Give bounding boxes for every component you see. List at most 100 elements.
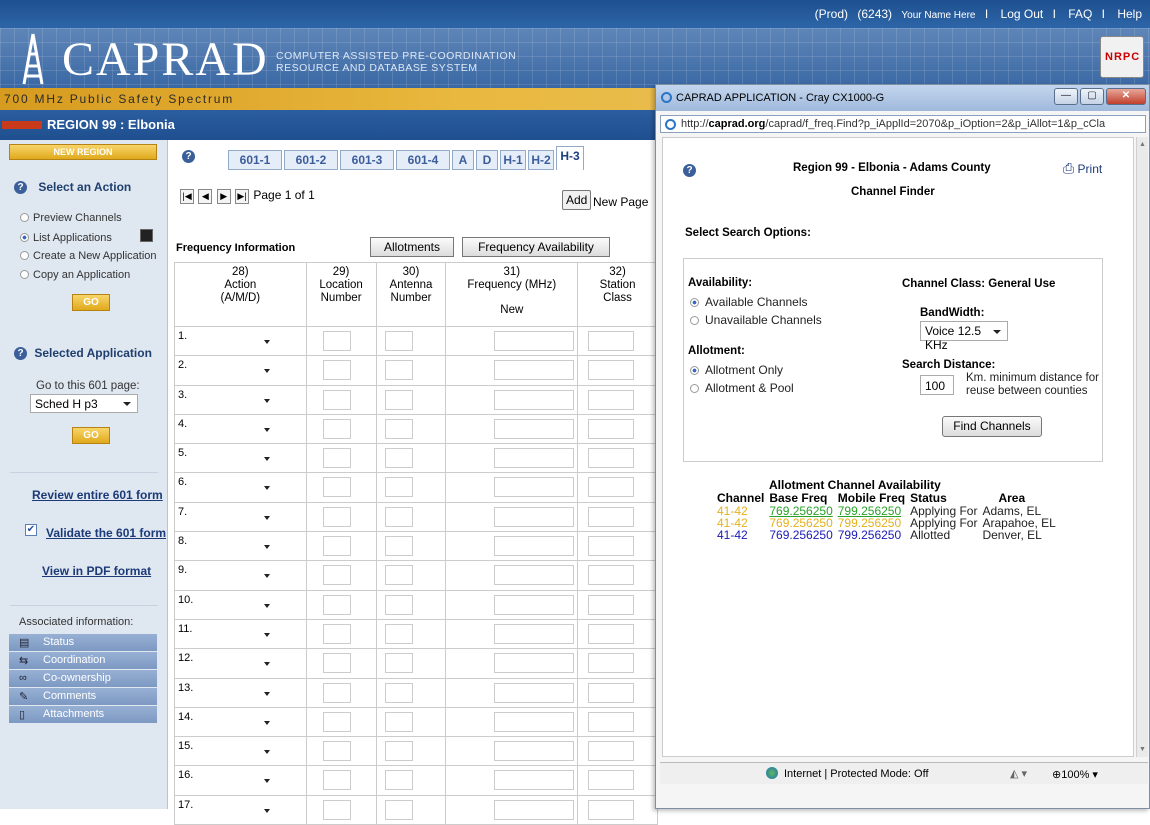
frequency-input[interactable] [494, 360, 575, 381]
station-class-input[interactable] [588, 418, 635, 439]
scroll-up-icon[interactable]: ▲ [1139, 141, 1146, 148]
antenna-input[interactable] [384, 506, 413, 527]
scroll-down-icon[interactable]: ▼ [1139, 746, 1146, 753]
new-region-button[interactable]: NEW REGION [9, 144, 157, 160]
action-select[interactable] [180, 567, 276, 583]
location-input[interactable] [322, 418, 351, 439]
action-select[interactable] [180, 802, 276, 818]
frequency-input[interactable] [494, 448, 575, 469]
popup-scrollbar[interactable]: ▲ ▼ [1136, 137, 1148, 757]
assoc-coordination-button[interactable]: ⇆ Coordination [9, 652, 157, 669]
radio-icon[interactable] [690, 384, 699, 393]
station-class-input[interactable] [588, 331, 635, 351]
allotments-button[interactable]: Allotments [370, 237, 454, 257]
action-select[interactable] [180, 421, 276, 437]
location-input[interactable] [322, 741, 351, 762]
location-input[interactable] [322, 623, 351, 644]
radio-selected-icon[interactable] [20, 233, 29, 242]
maximize-button[interactable]: ▢ [1080, 88, 1104, 105]
allotment-and-pool[interactable]: Allotment & Pool [690, 381, 794, 395]
frequency-availability-button[interactable]: Frequency Availability [462, 237, 610, 257]
antenna-input[interactable] [384, 623, 413, 644]
location-input[interactable] [322, 536, 351, 557]
action-create-application[interactable]: Create a New Application [20, 250, 157, 262]
location-input[interactable] [322, 770, 351, 791]
help-icon[interactable]: ? [182, 150, 195, 163]
window-titlebar[interactable]: CAPRAD APPLICATION - Cray CX1000-G — ▢ ✕ [656, 85, 1149, 111]
radio-icon[interactable] [690, 316, 699, 325]
search-distance-input[interactable]: 100 [920, 375, 954, 395]
minimize-button[interactable]: — [1054, 88, 1078, 105]
antenna-input[interactable] [384, 418, 413, 439]
prev-page-button[interactable]: ◀ [198, 189, 213, 204]
antenna-input[interactable] [384, 565, 413, 586]
location-input[interactable] [322, 682, 351, 703]
action-select[interactable] [180, 362, 276, 378]
action-list-applications[interactable]: List Applications [20, 232, 112, 244]
review-form-link[interactable]: Review entire 601 form [32, 488, 163, 502]
frequency-input[interactable] [494, 389, 575, 410]
validate-form-link[interactable]: Validate the 601 form [46, 526, 166, 540]
tab-601-4[interactable]: 601-4 [396, 150, 450, 170]
tab-h-1[interactable]: H-1 [500, 150, 526, 170]
location-input[interactable] [322, 448, 351, 469]
station-class-input[interactable] [588, 565, 635, 586]
antenna-input[interactable] [384, 711, 413, 732]
station-class-input[interactable] [588, 536, 635, 557]
help-link[interactable]: Help [1117, 7, 1142, 21]
action-select[interactable] [180, 333, 276, 349]
calendar-icon[interactable] [140, 229, 153, 242]
assoc-comments-button[interactable]: ✎ Comments [9, 688, 157, 705]
goto-page-select[interactable]: Sched H p3 [30, 394, 138, 413]
radio-selected-icon[interactable] [690, 366, 699, 375]
action-select[interactable] [180, 655, 276, 671]
location-input[interactable] [322, 799, 351, 820]
checkbox-checked-icon[interactable]: ✔ [25, 524, 37, 536]
station-class-input[interactable] [588, 389, 635, 410]
action-select[interactable] [180, 509, 276, 525]
radio-icon[interactable] [20, 213, 29, 222]
location-input[interactable] [322, 565, 351, 586]
frequency-input[interactable] [494, 741, 575, 762]
help-icon[interactable]: ? [14, 181, 27, 195]
frequency-input[interactable] [494, 799, 575, 820]
frequency-input[interactable] [494, 653, 575, 674]
action-select[interactable] [180, 450, 276, 466]
radio-icon[interactable] [20, 270, 29, 279]
print-link[interactable]: ⎙ Print [1063, 160, 1102, 177]
last-page-button[interactable]: ▶| [235, 189, 250, 204]
frequency-input[interactable] [494, 682, 575, 703]
action-select[interactable] [180, 685, 276, 701]
security-icon[interactable]: ◭ ▾ [1010, 767, 1027, 780]
action-select[interactable] [180, 392, 276, 408]
station-class-input[interactable] [588, 477, 635, 498]
next-page-button[interactable]: ▶ [216, 189, 231, 204]
tab-601-1[interactable]: 601-1 [228, 150, 282, 170]
availability-available[interactable]: Available Channels [690, 295, 808, 309]
faq-link[interactable]: FAQ [1068, 7, 1092, 21]
action-select[interactable] [180, 597, 276, 613]
station-class-input[interactable] [588, 360, 635, 381]
help-icon[interactable]: ? [683, 164, 696, 177]
action-preview-channels[interactable]: Preview Channels [20, 212, 122, 224]
find-channels-button[interactable]: Find Channels [942, 416, 1042, 437]
station-class-input[interactable] [588, 741, 635, 762]
location-input[interactable] [322, 506, 351, 527]
location-input[interactable] [322, 389, 351, 410]
go-button[interactable]: GO [72, 294, 110, 311]
antenna-input[interactable] [384, 389, 413, 410]
address-bar[interactable]: http://caprad.org/caprad/f_freq.Find?p_i… [660, 115, 1146, 133]
frequency-input[interactable] [494, 477, 575, 498]
go-page-button[interactable]: GO [72, 427, 110, 444]
frequency-input[interactable] [494, 418, 575, 439]
station-class-input[interactable] [588, 448, 635, 469]
station-class-input[interactable] [588, 682, 635, 703]
station-class-input[interactable] [588, 770, 635, 791]
tab-601-3[interactable]: 601-3 [340, 150, 394, 170]
logout-link[interactable]: Log Out [1001, 7, 1044, 21]
allotment-only[interactable]: Allotment Only [690, 363, 783, 377]
assoc-attachments-button[interactable]: ▯ Attachments [9, 706, 157, 723]
station-class-input[interactable] [588, 506, 635, 527]
assoc-status-button[interactable]: ▤ Status [9, 634, 157, 651]
help-icon[interactable]: ? [14, 347, 27, 361]
